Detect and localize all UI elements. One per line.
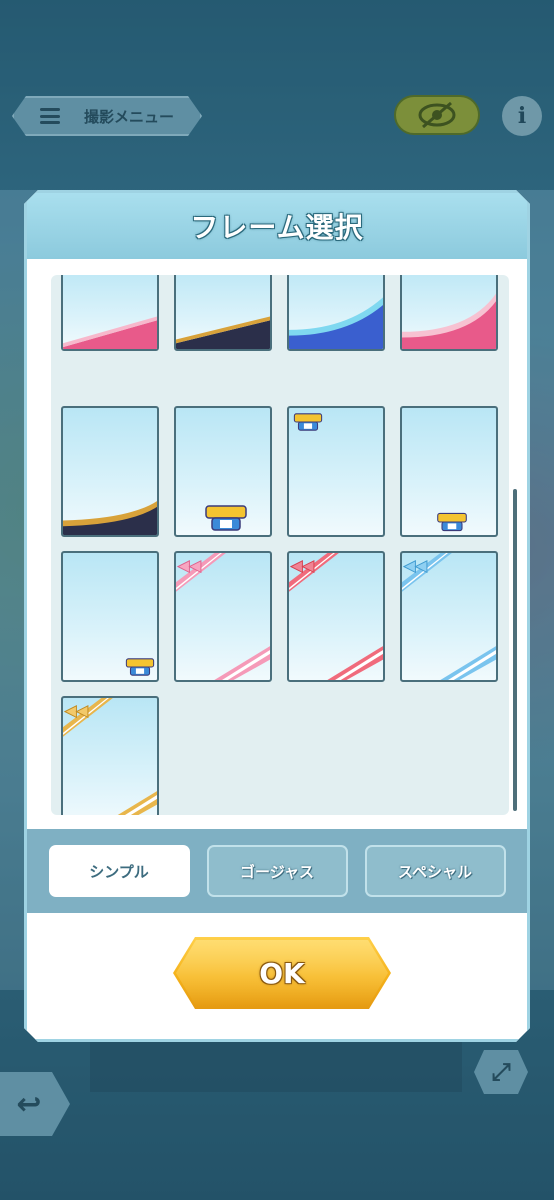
frame-option[interactable] [174, 551, 272, 682]
undo-arrow-icon: ↩ [16, 1086, 42, 1122]
gold-navy-wave-decoration [176, 316, 270, 349]
frame-option[interactable] [61, 275, 159, 351]
expand-icon: ⤢ [491, 1058, 511, 1086]
frame-option[interactable] [287, 406, 385, 537]
modal-title: フレーム選択 [190, 211, 364, 244]
frame-option[interactable] [61, 406, 159, 537]
frame-option[interactable] [400, 406, 498, 537]
frame-grid-scrollbar[interactable] [513, 489, 517, 811]
blue-wave-decoration [289, 297, 383, 349]
pink-curve-decoration [402, 293, 496, 349]
ok-label: OK [259, 956, 305, 990]
pokemon-tcg-logo-icon [437, 512, 467, 532]
frame-option[interactable] [287, 275, 385, 351]
hamburger-icon [40, 108, 60, 124]
pokemon-tcg-logo-icon [293, 413, 323, 431]
frame-option[interactable] [174, 406, 272, 537]
frame-option[interactable] [174, 275, 272, 351]
frame-category-tabs: シンプル ゴージャス スペシャル [27, 829, 527, 913]
shooting-menu-button[interactable]: 撮影メニュー [12, 96, 202, 136]
frame-option[interactable] [287, 551, 385, 682]
blue-ribbon-decoration [402, 553, 496, 680]
tab-special[interactable]: スペシャル [364, 845, 506, 897]
tab-simple[interactable]: シンプル [48, 845, 190, 897]
frame-grid [61, 275, 498, 815]
info-icon: i [517, 103, 527, 129]
frame-option[interactable] [61, 551, 159, 682]
expand-button[interactable]: ⤢ [474, 1050, 528, 1094]
frame-grid-area [51, 275, 509, 815]
gold-navy-curve-decoration [63, 501, 157, 535]
gold-ribbon-decoration [63, 698, 157, 815]
pink-ribbon-decoration [176, 553, 270, 680]
modal-header: フレーム選択 [27, 193, 527, 259]
shooting-menu-label: 撮影メニュー [84, 107, 175, 126]
frame-option[interactable] [400, 275, 498, 351]
red-ribbon-decoration [289, 553, 383, 680]
frame-option[interactable] [61, 696, 159, 815]
pokemon-tcg-logo-icon [125, 658, 155, 676]
frame-select-modal: フレーム選択 シンプル ゴージャス スペシャル OK [24, 190, 530, 1042]
eye-off-icon [418, 101, 456, 129]
pink-wave-decoration [63, 316, 157, 349]
info-button[interactable]: i [502, 96, 542, 136]
tab-gorgeous[interactable]: ゴージャス [206, 845, 348, 897]
hide-ui-toggle[interactable] [394, 95, 480, 135]
pokemon-tcg-logo-icon [205, 505, 247, 531]
ok-button[interactable]: OK [173, 937, 391, 1009]
thumbnail-strip [90, 1040, 462, 1092]
frame-option[interactable] [400, 551, 498, 682]
